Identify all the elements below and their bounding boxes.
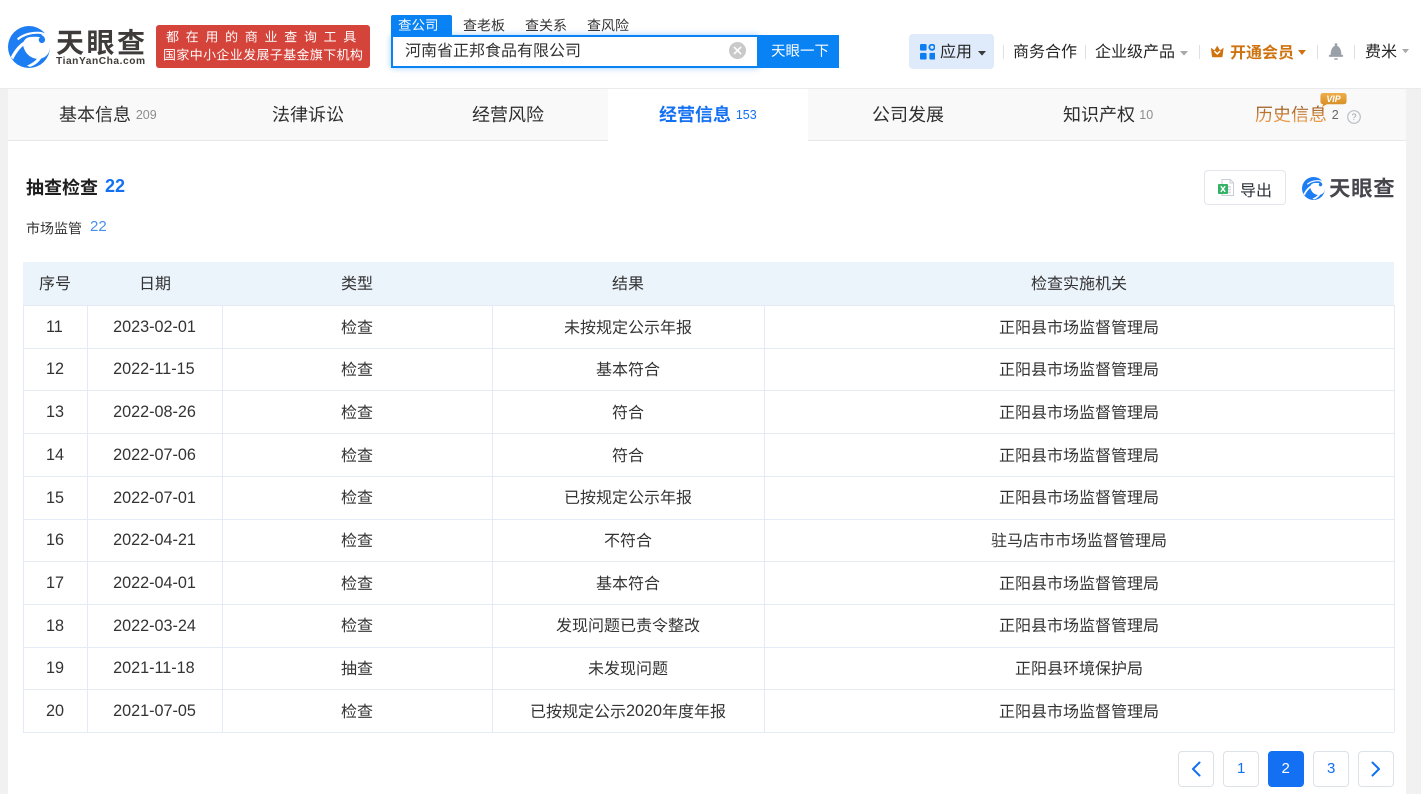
svg-text:VIP: VIP <box>1326 93 1340 103</box>
svg-text:?: ? <box>1351 112 1356 122</box>
